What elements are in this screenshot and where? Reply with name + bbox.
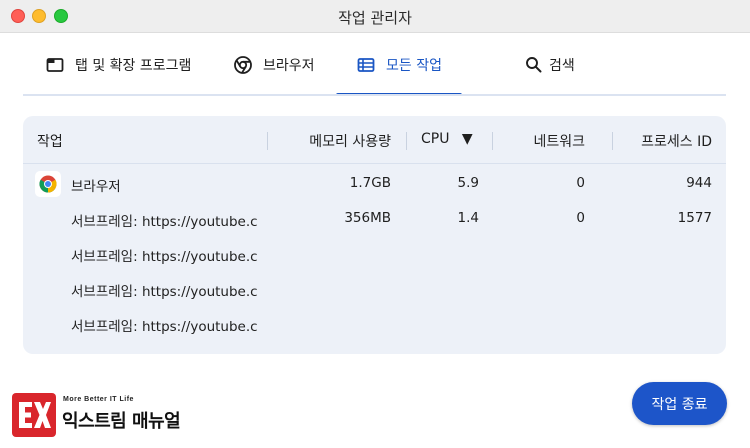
pid-value: 1577 bbox=[677, 210, 712, 226]
network-value: 0 bbox=[576, 175, 585, 191]
column-header-cpu[interactable]: CPU ▼ bbox=[421, 131, 473, 147]
table-row[interactable]: 서브프레임: https://youtube.com bbox=[23, 236, 726, 271]
task-table: 작업 메모리 사용량 CPU ▼ 네트워크 프로세스 ID 브라우저 1.7GB bbox=[23, 116, 726, 354]
task-name: 브라우저 bbox=[71, 179, 121, 195]
task-name: 서브프레임: https://youtube.com bbox=[71, 319, 257, 335]
chrome-icon bbox=[35, 171, 61, 197]
network-value: 0 bbox=[576, 210, 585, 226]
chrome-icon bbox=[233, 55, 253, 75]
tab-label: 브라우저 bbox=[263, 57, 315, 74]
cpu-value: 1.4 bbox=[457, 210, 479, 226]
task-name: 서브프레임: https://youtube.com bbox=[71, 214, 257, 230]
column-divider bbox=[612, 132, 613, 150]
table-row[interactable]: 서브프레임: https://youtube.com 356MB 1.4 0 1… bbox=[23, 201, 726, 236]
pid-value: 944 bbox=[686, 175, 712, 191]
tab-tabs-and-extensions[interactable]: 탭 및 확장 프로그램 bbox=[45, 33, 191, 96]
column-divider bbox=[406, 132, 407, 150]
logo-icon bbox=[12, 393, 56, 437]
title-bar: 작업 관리자 bbox=[0, 0, 750, 33]
memory-value: 1.7GB bbox=[349, 175, 391, 191]
logo-name: 익스트림 매뉴얼 bbox=[62, 411, 181, 432]
task-name: 서브프레임: https://youtube.com bbox=[71, 249, 257, 265]
tab-label: 탭 및 확장 프로그램 bbox=[75, 57, 192, 74]
task-name: 서브프레임: https://youtube.com bbox=[71, 284, 257, 300]
tab-browser[interactable]: 브라우저 bbox=[233, 33, 315, 96]
table-row[interactable]: 브라우저 1.7GB 5.9 0 944 bbox=[23, 166, 726, 201]
memory-value: 356MB bbox=[344, 210, 391, 226]
column-divider bbox=[267, 132, 268, 150]
search-icon bbox=[523, 55, 543, 75]
tab-label: 검색 bbox=[549, 57, 575, 74]
window-title: 작업 관리자 bbox=[338, 9, 412, 27]
cpu-value: 5.9 bbox=[457, 175, 479, 191]
table-row[interactable]: 서브프레임: https://youtube.com bbox=[23, 306, 726, 341]
tab-window-icon bbox=[45, 55, 65, 75]
table-header: 작업 메모리 사용량 CPU ▼ 네트워크 프로세스 ID bbox=[23, 116, 726, 164]
column-header-task[interactable]: 작업 bbox=[37, 131, 63, 151]
logo-tagline: More Better IT Life bbox=[63, 396, 134, 403]
tab-label: 모든 작업 bbox=[386, 57, 442, 74]
list-table-icon bbox=[356, 55, 376, 75]
tab-all-tasks[interactable]: 모든 작업 bbox=[356, 33, 442, 96]
table-row[interactable]: 서브프레임: https://youtube.com bbox=[23, 271, 726, 306]
sort-descending-icon: ▼ bbox=[461, 131, 473, 147]
tab-search[interactable]: 검색 bbox=[523, 33, 575, 96]
tab-bar: 탭 및 확장 프로그램 브라우저 모든 작업 검색 bbox=[23, 33, 726, 96]
column-divider bbox=[492, 132, 493, 150]
watermark-logo: More Better IT Life 익스트림 매뉴얼 bbox=[12, 393, 202, 437]
column-header-pid[interactable]: 프로세스 ID bbox=[641, 131, 712, 151]
column-header-memory[interactable]: 메모리 사용량 bbox=[309, 131, 391, 151]
tab-bar-divider bbox=[23, 94, 726, 96]
column-header-cpu-label: CPU bbox=[421, 131, 450, 147]
column-header-network[interactable]: 네트워크 bbox=[533, 131, 585, 151]
end-task-button[interactable]: 작업 종료 bbox=[632, 382, 727, 425]
